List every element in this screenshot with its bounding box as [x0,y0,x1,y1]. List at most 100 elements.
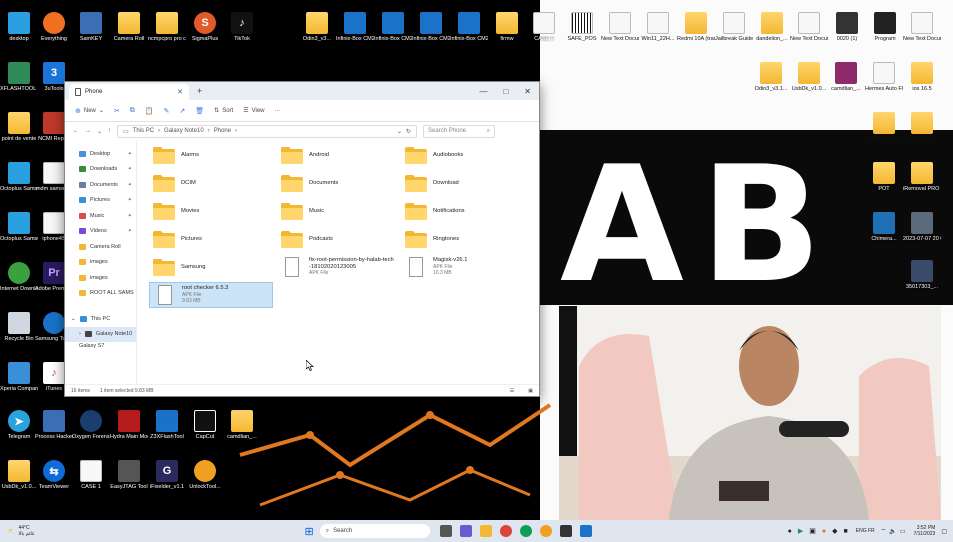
desktop-icon-r-odin[interactable]: Odin3_v3.1... [752,62,790,92]
nav-item[interactable]: Camera Roll [65,239,136,255]
nav-item[interactable]: Pictures ✦ [65,193,136,209]
desktop-icon-infinix2[interactable]: Infinix-Box CM2SPD [374,12,412,42]
desktop-icon-desktop[interactable]: desktop [0,12,38,42]
file-explorer-icon[interactable] [479,525,492,537]
desktop-icon-samkey[interactable]: SamKEY [72,12,110,42]
desktop-icon-jailbreak[interactable]: Jailbreak Guide [715,12,753,42]
desktop-icon-usbdk[interactable]: UsbDk_v1.0... [0,460,38,490]
desktop-icon-tiktok[interactable]: ♪ TikTok [223,12,261,42]
desktop-icon-win11[interactable]: Win11_22H... [639,12,677,42]
battery-icon[interactable]: ▭ [900,528,906,535]
desktop-icon-newtext3[interactable]: New Text Docume... [903,12,941,42]
cut-icon[interactable]: ✂ [114,107,120,115]
close-tab-icon[interactable]: ✕ [177,88,183,96]
folder-item[interactable]: Notifications [401,198,525,224]
desktop-icon-process[interactable]: Process Hacker 2 [35,410,73,440]
nav-item[interactable]: Videos ✦ [65,224,136,240]
notification-icon[interactable]: ▢ [941,528,947,535]
folder-item[interactable]: Ringtones [401,226,525,252]
folder-item[interactable]: Android [277,142,401,168]
desktop-icon-pixelder[interactable]: GiFixelder_v1.1 [148,460,186,490]
clock[interactable]: 3:52 PM 7/11/2023 [913,525,935,537]
desktop-icon-recycle[interactable]: Recycle Bin [0,312,38,342]
folder-item[interactable]: DCIM [149,170,273,196]
folder-item[interactable]: Movies [149,198,273,224]
paste-icon[interactable]: 📋 [145,107,154,115]
nav-item[interactable]: Music ✦ [65,208,136,224]
desktop-icon-r-transmiss[interactable]: transmiss-1... [903,112,941,142]
nav-galaxy-note10[interactable]: › Galaxy Note10 [65,326,136,342]
desktop-icon-everything[interactable]: Everything [35,12,73,42]
desktop-icon-telegram[interactable]: ➤ Telegram [0,410,38,440]
desktop-icon-program[interactable]: Program [866,12,904,42]
tray-icon[interactable]: ▶ [798,527,803,535]
details-view-icon[interactable]: ☰ [510,388,514,394]
desktop-icon-firmw[interactable]: firmw [488,12,526,42]
new-button[interactable]: ⊕ New ⌄ [75,107,104,115]
tray-icon[interactable]: ◆ [832,527,837,535]
desktop-icon-hydra[interactable]: Hydra Main Module [110,410,148,440]
desktop-icon-r-pot[interactable]: POT [865,162,903,192]
desktop-icon-camdlian[interactable]: camdlian_... [223,410,261,440]
delete-icon[interactable]: 🗑 [195,107,204,115]
desktop-icon-octoplus[interactable]: Octoplus Samsu... [0,162,38,192]
back-arrow-icon[interactable]: ← [73,128,79,134]
folder-item[interactable]: Download [401,170,525,196]
desktop-icon-sigmaplus[interactable]: S SigmaPlus [186,12,224,42]
desktop-icon-xperia[interactable]: Xperia Companion [0,362,38,392]
desktop-icon-z3x[interactable]: Z3XFlashTool [148,410,186,440]
nav-item[interactable]: ROOT ALL SAMS [65,286,136,302]
desktop-icon-r-rode[interactable]: RODE_Cent... [865,112,903,142]
up-arrow-icon[interactable]: ↑ [108,128,111,134]
nav-item[interactable]: Documents ✦ [65,177,136,193]
desktop-icon-easyjtag[interactable]: EasyJTAG Tool [110,460,148,490]
folder-item[interactable]: Music [277,198,401,224]
nav-item[interactable]: images [65,270,136,286]
app-icon[interactable] [579,525,592,537]
desktop-icon-case1[interactable]: CASE 1 [72,460,110,490]
refresh-icon[interactable]: ↻ [406,128,411,135]
desktop-icon-newtext2[interactable]: New Text Docume... [790,12,828,42]
search-box[interactable]: Search Phone ⌕ [423,124,496,138]
taskbar-search[interactable]: ⌕ Search [319,524,430,538]
desktop-icon-r-screenshot[interactable]: 2023-07-07 20 07 18 [903,212,941,242]
desktop-icon-oxygen[interactable]: Oxygen Forensic... [72,410,110,440]
chrome-profile-icon[interactable] [519,525,532,537]
desktop-icon-unlocktool[interactable]: UnlockTool... [186,460,224,490]
desktop-icon-odin3[interactable]: Odin3_v3... [298,12,336,42]
tray-icon[interactable]: ● [822,528,826,535]
desktop-icon-capcut[interactable]: CapCut [186,410,224,440]
tray-icon[interactable]: ● [788,528,792,535]
desktop-icon-internet[interactable]: Internet Downlo... [0,262,38,292]
address-dropdown-icon[interactable]: ⌄ [397,128,402,135]
view-button[interactable]: ☰ View [243,107,264,115]
nav-item[interactable]: Downloads ✦ [65,162,136,178]
desktop-icon-dandelion[interactable]: dandelion_... [753,12,791,42]
desktop-icon-point[interactable]: point de vente [0,112,38,142]
chrome-icon[interactable] [499,525,512,537]
file-item[interactable]: fix-root-permission-by-halab-tech -18102… [277,254,401,280]
rename-icon[interactable]: ✎ [164,107,170,115]
nav-item[interactable]: Desktop ✦ [65,146,136,162]
folder-item[interactable]: Podcasts [277,226,401,252]
wifi-icon[interactable]: ⌔ [881,527,887,535]
recent-chevron-icon[interactable]: ⌄ [97,128,102,135]
desktop-icon-r-ios[interactable]: ios 16.5 [903,62,941,92]
language-indicator[interactable]: ENG FR [856,528,875,534]
breadcrumb-item[interactable]: Galaxy Note10 [164,128,204,134]
desktop-icon-infinix1[interactable]: Infinix-Box CM2MTK [336,12,374,42]
app-icon[interactable] [539,525,552,537]
folder-item[interactable]: Audiobooks [401,142,525,168]
address-bar[interactable]: ▭ This PC › Galaxy Note10 › Phone › ⌄ ↻ [117,124,418,138]
breadcrumb-item[interactable]: Phone [214,128,231,134]
file-item[interactable]: root checker 6.5.3 APK File 9.83 MB [149,282,273,308]
desktop-icon-case2[interactable]: CASE 2 [525,12,563,42]
desktop-icon-r-hermes[interactable]: Hermes Auto Flat Reader [865,62,903,92]
weather-icon[interactable]: ⛅ [8,528,15,535]
desktop-icon-r-usbdk[interactable]: UsbDk_v1.0... [790,62,828,92]
new-tab-button[interactable]: + [197,86,202,96]
desktop-icon-r-iremoval[interactable]: iRemoval PRO v6.1 [903,162,941,192]
folder-item[interactable]: Samsung [149,254,273,280]
desktop-icon-infinix3[interactable]: Infinix-Box CM2SP [412,12,450,42]
volume-icon[interactable]: 🔈 [889,528,896,535]
